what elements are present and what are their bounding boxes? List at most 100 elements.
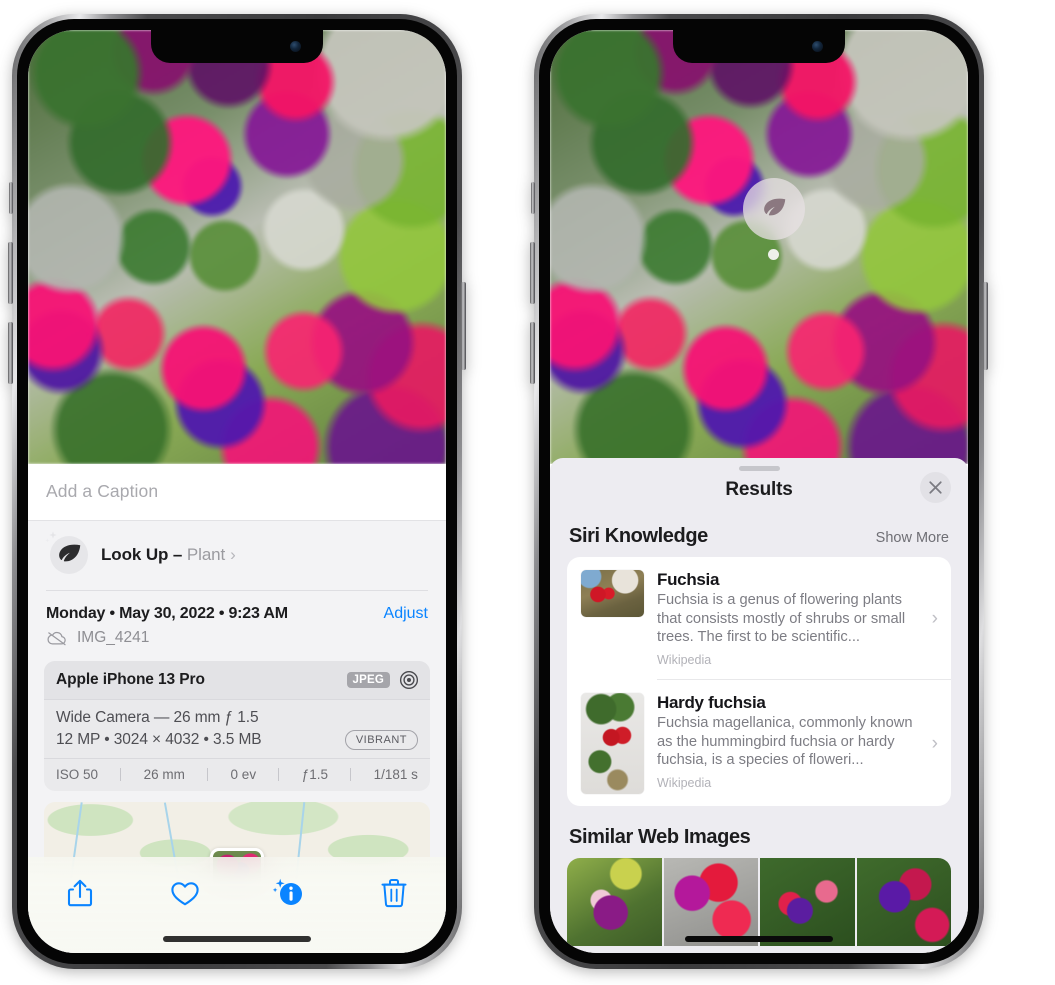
metadata-header-right: JPEG (346, 670, 419, 690)
exif-row: ISO 50 26 mm 0 ev ƒ1.5 1/181 s (44, 758, 430, 791)
exif-separator (278, 768, 280, 781)
home-indicator[interactable] (685, 936, 833, 942)
fuchsia-flowers-photo (28, 30, 446, 464)
adjust-button[interactable]: Adjust (384, 605, 428, 623)
result-source: Wikipedia (657, 653, 712, 668)
close-icon (929, 481, 942, 494)
silent-switch[interactable] (531, 182, 535, 214)
device-bezel-left: Add a Caption Look Up – Plant › Monday •… (17, 19, 457, 964)
chevron-right-icon: › (931, 732, 938, 754)
chevron-right-icon: › (931, 607, 938, 629)
resolution-info: 12 MP • 3024 × 4032 • 3.5 MB (56, 731, 262, 748)
result-description: Fuchsia is a genus of flowering plants t… (657, 592, 906, 646)
photo-date: Monday • May 30, 2022 • 9:23 AM (46, 605, 288, 622)
visual-lookup-badge[interactable] (743, 178, 805, 240)
list-item[interactable]: Fuchsia Fuchsia is a genus of flowering … (567, 557, 951, 679)
front-camera-icon (290, 41, 301, 52)
exif-exposure-value: 0 ev (230, 767, 257, 782)
lens-info: Wide Camera — 26 mm ƒ 1.5 (56, 709, 259, 726)
exif-separator (350, 768, 352, 781)
result-source: Wikipedia (657, 776, 712, 791)
notch-right (673, 30, 845, 63)
file-row: IMG_4241 (28, 623, 446, 659)
list-item[interactable]: Hardy fuchsia Fuchsia magellanica, commo… (567, 680, 951, 806)
volume-down-button[interactable] (530, 322, 535, 384)
look-up-title: Look Up (101, 545, 169, 564)
iphone-device-left: Add a Caption Look Up – Plant › Monday •… (8, 14, 466, 969)
screen-right: Results Siri Knowledge Show More Fuchsia… (550, 30, 968, 953)
exif-shutter-speed: 1/181 s (373, 767, 418, 782)
side-power-button[interactable] (461, 282, 466, 370)
show-more-button[interactable]: Show More (876, 530, 949, 546)
info-button[interactable] (261, 871, 317, 915)
metadata-body: Wide Camera — 26 mm ƒ 1.5 12 MP • 3024 ×… (44, 700, 430, 758)
volume-down-button[interactable] (8, 322, 13, 384)
look-up-badge-circle (50, 536, 88, 574)
metadata-header: Apple iPhone 13 Pro JPEG (44, 661, 430, 700)
web-image-thumbnail[interactable] (663, 858, 758, 947)
metadata-card[interactable]: Apple iPhone 13 Pro JPEG Wide Camera — 2… (44, 661, 430, 791)
iphone-device-right: Results Siri Knowledge Show More Fuchsia… (530, 14, 988, 969)
photo-viewer[interactable] (28, 30, 446, 464)
results-sheet: Results Siri Knowledge Show More Fuchsia… (550, 458, 968, 953)
trash-icon (381, 879, 407, 908)
exif-iso: ISO 50 (56, 767, 99, 782)
result-text: Fuchsia Fuchsia is a genus of flowering … (657, 570, 919, 667)
silent-switch[interactable] (9, 182, 13, 214)
share-button[interactable] (52, 871, 108, 915)
photo-filename: IMG_4241 (77, 629, 150, 646)
exif-separator (120, 768, 122, 781)
screen-left: Add a Caption Look Up – Plant › Monday •… (28, 30, 446, 953)
results-header: Results (550, 471, 968, 505)
side-power-button[interactable] (983, 282, 988, 370)
leaf-icon (59, 544, 81, 562)
similar-web-images-header: Similar Web Images (550, 806, 968, 858)
heart-icon (171, 881, 199, 905)
result-description: Fuchsia magellanica, commonly known as t… (657, 715, 913, 769)
results-title: Results (725, 479, 793, 500)
home-indicator[interactable] (163, 936, 311, 942)
photographic-style-badge: VIBRANT (344, 730, 418, 750)
result-title: Fuchsia (657, 570, 720, 589)
leaf-icon (764, 198, 786, 216)
similar-web-images-strip[interactable] (567, 858, 951, 947)
look-up-icon-wrap (45, 531, 88, 576)
photo-info-sheet: Add a Caption Look Up – Plant › Monday •… (28, 464, 446, 953)
web-image-thumbnail[interactable] (856, 858, 951, 947)
file-format-badge: JPEG (346, 672, 390, 688)
close-button[interactable] (920, 472, 951, 503)
caption-input[interactable]: Add a Caption (46, 481, 428, 502)
date-row: Monday • May 30, 2022 • 9:23 AM Adjust (28, 591, 446, 623)
camera-device-name: Apple iPhone 13 Pro (56, 671, 205, 688)
result-thumbnail-hardy-fuchsia (581, 693, 644, 795)
cloud-slash-icon (47, 631, 66, 645)
exif-focal-length: 26 mm (143, 767, 185, 782)
volume-up-button[interactable] (8, 242, 13, 304)
look-up-label: Look Up – Plant › (101, 545, 236, 565)
web-image-thumbnail[interactable] (760, 858, 855, 947)
siri-knowledge-card: Fuchsia Fuchsia is a genus of flowering … (567, 557, 951, 807)
delete-button[interactable] (366, 871, 422, 915)
section-title-siri-knowledge: Siri Knowledge (569, 525, 708, 547)
size-info-row: 12 MP • 3024 × 4032 • 3.5 MB VIBRANT (56, 730, 418, 750)
result-thumbnail-fuchsia (581, 570, 644, 617)
caption-field-row[interactable]: Add a Caption (28, 464, 446, 521)
web-image-thumbnail[interactable] (567, 858, 662, 947)
favorite-button[interactable] (157, 871, 213, 915)
camera-aperture-icon (399, 670, 419, 690)
visual-lookup-anchor-dot (768, 249, 779, 260)
notch-left (151, 30, 323, 63)
result-title: Hardy fuchsia (657, 693, 766, 713)
exif-aperture: ƒ1.5 (301, 767, 328, 782)
exif-separator (207, 768, 209, 781)
volume-up-button[interactable] (530, 242, 535, 304)
look-up-row[interactable]: Look Up – Plant › (28, 521, 446, 590)
share-icon (68, 879, 93, 907)
look-up-dash: – (172, 545, 183, 564)
info-sparkle-icon (273, 878, 303, 905)
photo-viewer[interactable] (550, 30, 968, 464)
device-bezel-right: Results Siri Knowledge Show More Fuchsia… (539, 19, 979, 964)
screenshot-root: Add a Caption Look Up – Plant › Monday •… (0, 0, 1055, 985)
look-up-subject: Plant (186, 545, 226, 564)
front-camera-icon (812, 41, 823, 52)
